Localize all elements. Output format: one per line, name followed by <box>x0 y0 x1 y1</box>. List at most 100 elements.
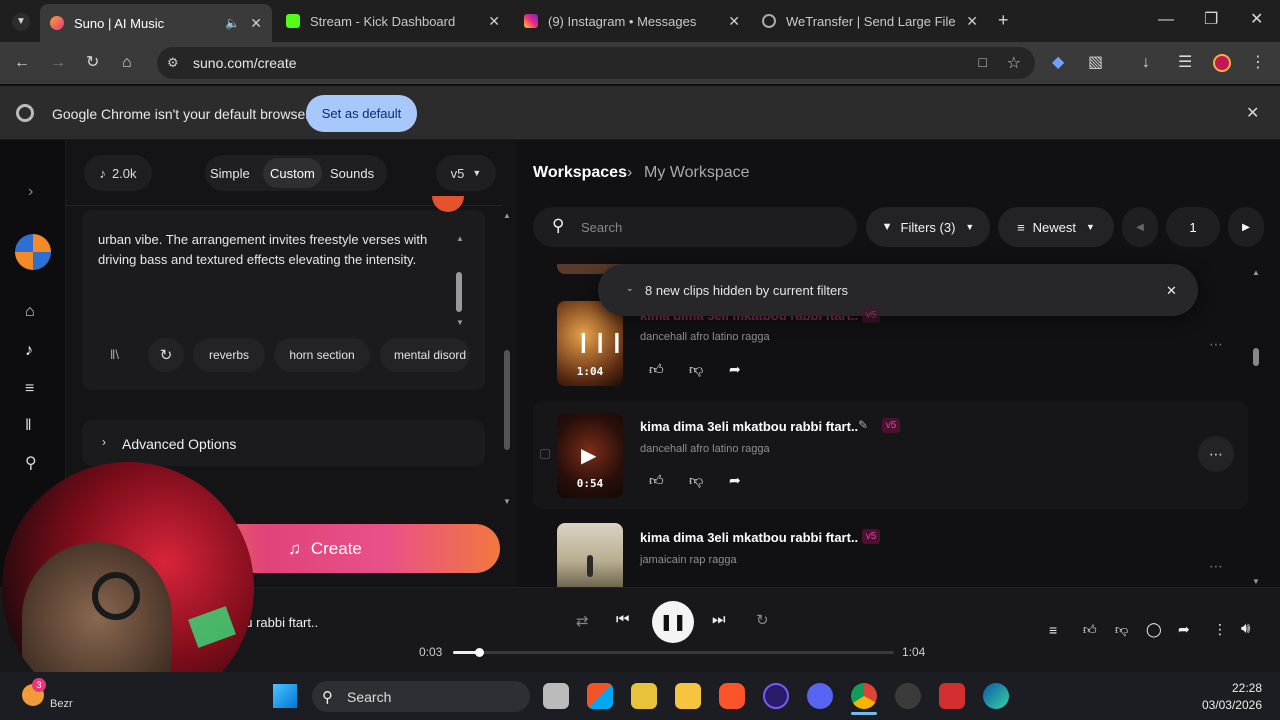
page-number[interactable]: 1 <box>1166 207 1220 247</box>
minimize-icon[interactable]: — <box>1158 12 1174 28</box>
close-window-icon[interactable]: ✕ <box>1250 12 1263 28</box>
dislike-icon[interactable]: 👎︎ <box>1115 622 1128 638</box>
expand-chevron-icon[interactable]: › <box>28 184 33 200</box>
next-track-icon[interactable]: ⏭ <box>712 611 726 628</box>
dislike-icon[interactable]: 👎︎ <box>689 472 703 489</box>
close-tab-icon[interactable]: ✕ <box>966 13 978 30</box>
home-nav-icon[interactable]: ⌂ <box>25 304 35 320</box>
sort-button[interactable]: ≡ Newest ▼ <box>998 207 1114 247</box>
queue-icon[interactable]: ≡ <box>1049 622 1057 638</box>
mode-sounds[interactable]: Sounds <box>330 166 374 181</box>
tab-suno[interactable]: Suno | AI Music 🔈 ✕ <box>40 4 272 42</box>
speaker-icon[interactable]: 🔈 <box>225 16 240 30</box>
pause-button[interactable]: ❚❚ <box>652 601 694 643</box>
breadcrumb-root[interactable]: Workspaces <box>533 164 627 182</box>
credits-badge[interactable]: ♪ 2.0k <box>84 155 152 191</box>
clock-time[interactable]: 22:28 <box>1226 681 1262 695</box>
prev-page-button[interactable]: ◀ <box>1122 207 1158 247</box>
app-icon[interactable] <box>763 683 789 709</box>
filters-button[interactable]: ▼ Filters (3) ▼ <box>866 207 990 247</box>
panel-scrollbar[interactable] <box>504 210 512 500</box>
chrome-menu-icon[interactable]: ⋮ <box>1250 55 1266 71</box>
list-scroll-up-icon[interactable]: ▲ <box>1252 268 1260 277</box>
edit-pencil-icon[interactable]: ✎ <box>858 418 868 432</box>
song-title[interactable]: kima dima 3eli mkatbou rabbi ftart.. <box>640 530 858 545</box>
song-title[interactable]: kima dima 3eli mkatbou rabbi ftart.. <box>640 419 858 434</box>
close-tab-icon[interactable]: ✕ <box>488 13 500 30</box>
more-options-icon[interactable]: ⋯ <box>1198 326 1234 362</box>
tab-instagram[interactable]: (9) Instagram • Messages ✕ <box>514 6 750 36</box>
studio-nav-icon[interactable]: ≡ <box>25 381 34 397</box>
mode-simple[interactable]: Simple <box>210 166 250 181</box>
extension-shield-icon[interactable]: ◆ <box>1052 55 1064 71</box>
mode-custom[interactable]: Custom <box>270 166 315 181</box>
more-options-icon[interactable]: ⋯ <box>1198 436 1234 472</box>
shuffle-icon[interactable]: ⇄ <box>576 612 589 630</box>
set-as-default-button[interactable]: Set as default <box>306 95 417 132</box>
more-options-icon[interactable]: ⋯ <box>1198 548 1234 584</box>
library-nav-icon[interactable]: ‖ <box>25 418 32 434</box>
clip-thumbnail[interactable]: ▶ 0:54 <box>557 413 623 498</box>
tag-chip[interactable]: horn section <box>274 338 370 372</box>
progress-track[interactable] <box>453 648 894 657</box>
download-icon[interactable]: ↓ <box>1142 55 1150 71</box>
reload-icon[interactable]: ↻ <box>86 55 99 71</box>
close-tab-icon[interactable]: ✕ <box>728 13 740 30</box>
shuffle-tags-icon[interactable]: ↻ <box>148 338 184 372</box>
panel-scroll-down-icon[interactable]: ▼ <box>503 497 511 506</box>
clip-thumbnail[interactable] <box>557 523 623 587</box>
edge-icon[interactable] <box>983 683 1009 709</box>
bookmark-star-icon[interactable]: ☆ <box>1007 53 1021 73</box>
install-app-icon[interactable]: □ <box>979 54 987 70</box>
microsoft-store-icon[interactable] <box>587 683 613 709</box>
windows-start-icon[interactable] <box>273 684 297 708</box>
profile-avatar[interactable] <box>1213 54 1231 72</box>
home-icon[interactable]: ⌂ <box>122 55 132 71</box>
task-view-icon[interactable] <box>543 683 569 709</box>
list-scrollbar-thumb[interactable] <box>1253 348 1259 366</box>
share-icon[interactable]: ➦ <box>729 472 741 489</box>
song-style[interactable]: jamaicain rap ragga <box>640 554 737 566</box>
textarea-scrollbar[interactable] <box>456 272 462 312</box>
obs-studio-icon[interactable] <box>895 683 921 709</box>
volume-icon[interactable]: 🔊︎ <box>1241 620 1250 637</box>
song-style[interactable]: dancehall afro latino ragga <box>640 443 770 455</box>
brave-browser-icon[interactable] <box>719 683 745 709</box>
tag-chip[interactable]: mental disord <box>380 338 470 372</box>
tab-wetransfer[interactable]: WeTransfer | Send Large Files Fa ✕ <box>752 6 988 36</box>
play-icon[interactable]: ▶ <box>581 443 596 468</box>
like-icon[interactable]: 👍︎ <box>649 361 664 378</box>
file-explorer-icon[interactable] <box>675 683 701 709</box>
media-control-icon[interactable]: ☰ <box>1178 55 1192 71</box>
scroll-down-icon[interactable]: ▼ <box>456 318 464 327</box>
chevron-down-icon[interactable]: ⌄ <box>626 283 634 294</box>
repeat-icon[interactable]: ↻ <box>756 611 769 629</box>
search-nav-icon[interactable]: ⚲ <box>25 456 37 472</box>
forward-icon[interactable]: → <box>50 55 66 71</box>
close-tab-icon[interactable]: ✕ <box>250 15 262 32</box>
extensions-puzzle-icon[interactable]: ▧ <box>1088 55 1103 71</box>
chrome-taskbar-icon[interactable] <box>851 683 877 709</box>
site-info-icon[interactable]: ⚙ <box>167 55 179 71</box>
share-icon[interactable]: ➦ <box>729 361 741 378</box>
taskbar-search-box[interactable] <box>312 681 530 712</box>
next-page-button[interactable]: ▶ <box>1228 207 1264 247</box>
player-more-icon[interactable]: ⋮ <box>1213 621 1227 638</box>
dislike-icon[interactable]: 👎︎ <box>689 361 703 378</box>
suno-logo[interactable] <box>15 234 51 270</box>
list-scroll-down-icon[interactable]: ▼ <box>1252 577 1260 586</box>
back-icon[interactable]: ← <box>14 55 30 71</box>
comment-icon[interactable]: ◯ <box>1146 621 1162 638</box>
notice-close-icon[interactable]: ✕ <box>1166 283 1177 299</box>
panel-scroll-up-icon[interactable]: ▲ <box>503 211 511 220</box>
calculator-icon[interactable] <box>631 683 657 709</box>
previous-track-icon[interactable]: ⏮ <box>616 611 630 628</box>
restore-icon[interactable]: ❐ <box>1204 12 1218 28</box>
style-textarea[interactable]: urban vibe. The arrangement invites free… <box>98 230 448 270</box>
app-icon[interactable] <box>939 683 965 709</box>
address-bar[interactable]: ⚙ suno.com/create □ ☆ <box>157 47 1035 79</box>
like-icon[interactable]: 👍︎ <box>649 472 664 489</box>
tab-search-button[interactable]: ▼ <box>12 13 30 31</box>
row-select-checkbox[interactable] <box>540 449 550 459</box>
scroll-up-icon[interactable]: ▲ <box>456 234 464 243</box>
